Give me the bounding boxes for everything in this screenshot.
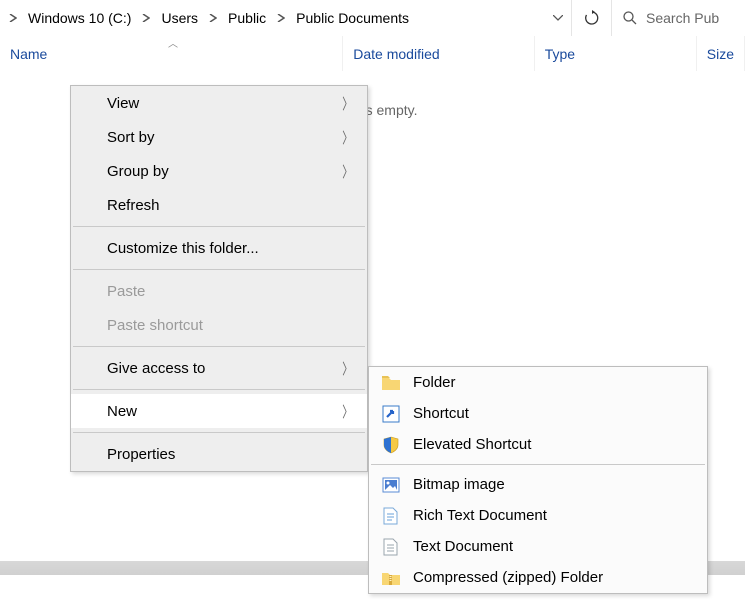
column-size[interactable]: Size [697, 36, 745, 71]
chevron-right-icon: 〉 [342, 127, 353, 148]
menu-paste-shortcut: Paste shortcut [71, 308, 367, 342]
breadcrumb-item[interactable]: Public Documents [290, 6, 415, 30]
menu-view[interactable]: View〉 [71, 86, 367, 120]
chevron-right-icon: 〉 [342, 401, 353, 422]
column-headers: ︿ Name Date modified Type Size [0, 36, 745, 72]
column-type[interactable]: Type [535, 36, 697, 71]
shield-icon [381, 435, 401, 455]
search-icon [622, 10, 638, 26]
chevron-down-icon[interactable] [545, 0, 571, 36]
menu-give-access-to[interactable]: Give access to〉 [71, 351, 367, 385]
breadcrumb-item[interactable]: Public [222, 6, 272, 30]
submenu-elevated-shortcut[interactable]: Elevated Shortcut [369, 429, 707, 460]
image-icon [381, 475, 401, 495]
text-file-icon [381, 537, 401, 557]
submenu-text-document[interactable]: Text Document [369, 531, 707, 562]
menu-separator [73, 269, 365, 270]
chevron-right-icon: 〉 [342, 93, 353, 114]
menu-customize-folder[interactable]: Customize this folder... [71, 231, 367, 265]
new-submenu: Folder Shortcut Elevated Shortcut Bitmap… [368, 366, 708, 594]
menu-refresh[interactable]: Refresh [71, 188, 367, 222]
menu-properties[interactable]: Properties [71, 437, 367, 471]
submenu-shortcut[interactable]: Shortcut [369, 398, 707, 429]
context-menu: View〉 Sort by〉 Group by〉 Refresh Customi… [70, 85, 368, 472]
menu-separator [73, 346, 365, 347]
submenu-bitmap-image[interactable]: Bitmap image [369, 469, 707, 500]
chevron-right-icon[interactable] [4, 0, 22, 36]
menu-new[interactable]: New〉 [71, 394, 367, 428]
refresh-button[interactable] [571, 0, 611, 36]
folder-icon [381, 373, 401, 393]
menu-group-by[interactable]: Group by〉 [71, 154, 367, 188]
menu-separator [371, 464, 705, 465]
search-placeholder: Search Pub [646, 10, 719, 26]
menu-separator [73, 389, 365, 390]
breadcrumb-item[interactable]: Windows 10 (C:) [22, 6, 137, 30]
shortcut-icon [381, 404, 401, 424]
chevron-right-icon[interactable] [137, 0, 155, 36]
chevron-right-icon: 〉 [342, 358, 353, 379]
menu-sort-by[interactable]: Sort by〉 [71, 120, 367, 154]
breadcrumb-item[interactable]: Users [155, 6, 204, 30]
zip-folder-icon [381, 568, 401, 588]
menu-separator [73, 432, 365, 433]
menu-separator [73, 226, 365, 227]
submenu-folder[interactable]: Folder [369, 367, 707, 398]
rtf-icon [381, 506, 401, 526]
chevron-right-icon: 〉 [342, 161, 353, 182]
sort-caret-icon: ︿ [168, 35, 180, 50]
column-date-modified[interactable]: Date modified [343, 36, 534, 71]
chevron-right-icon[interactable] [204, 0, 222, 36]
submenu-compressed-folder[interactable]: Compressed (zipped) Folder [369, 562, 707, 593]
chevron-right-icon[interactable] [272, 0, 290, 36]
menu-paste: Paste [71, 274, 367, 308]
search-input[interactable]: Search Pub [611, 0, 741, 36]
submenu-rich-text-document[interactable]: Rich Text Document [369, 500, 707, 531]
address-bar: Windows 10 (C:) Users Public Public Docu… [0, 0, 745, 36]
